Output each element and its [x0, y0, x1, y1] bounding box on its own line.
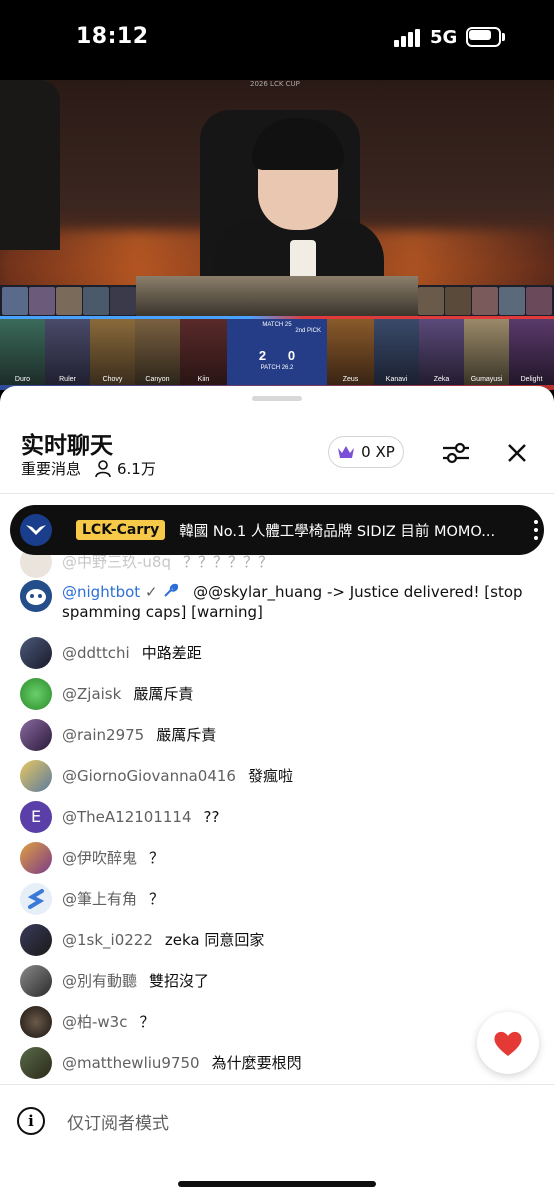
pick-slot: Zeus — [327, 319, 374, 385]
subscribers-only-notice: 仅订阅者模式 — [67, 1114, 169, 1134]
crown-icon — [338, 446, 355, 458]
message-text: ？ — [149, 849, 165, 867]
message-author[interactable]: @中野三玖-u8q — [62, 553, 171, 571]
avatar[interactable] — [20, 580, 52, 612]
avatar[interactable] — [20, 1047, 52, 1079]
pick-slot: Chovy — [90, 319, 135, 385]
heart-reaction-button[interactable] — [477, 1012, 539, 1074]
viewer-count-value: 6.1万 — [117, 460, 156, 478]
message-author[interactable]: @1sk_i0222 — [62, 931, 153, 949]
pinned-text: 韓國 No.1 人體工學椅品牌 SIDIZ 目前 MOMO... — [179, 523, 496, 540]
chat-settings-button[interactable] — [440, 438, 472, 468]
s-logo-icon — [27, 889, 45, 909]
close-chat-button[interactable] — [502, 438, 532, 468]
pick-slot: Delight — [509, 319, 554, 385]
avatar[interactable] — [20, 1006, 52, 1038]
home-indicator[interactable] — [178, 1181, 376, 1187]
viewer-count: 6.1万 — [95, 458, 156, 479]
message-author[interactable]: @matthewliu9750 — [62, 1054, 200, 1072]
xp-value: 0 XP — [361, 443, 395, 461]
message-author[interactable]: @柏-w3c — [62, 1013, 127, 1031]
xp-button[interactable]: 0 XP — [328, 436, 404, 468]
message-author[interactable]: @rain2975 — [62, 726, 144, 744]
message-text: 發瘋啦 — [247, 767, 293, 785]
avatar[interactable] — [20, 678, 52, 710]
pinned-message-banner[interactable]: LCK-Carry 韓國 No.1 人體工學椅品牌 SIDIZ 目前 MOMO.… — [10, 505, 544, 555]
match-scoreboard: MATCH 25 2nd PICK 2 0 PATCH 26.2 — [227, 319, 327, 385]
message-text: 雙招沒了 — [149, 972, 210, 990]
avatar[interactable] — [20, 924, 52, 956]
message-author[interactable]: @nightbot — [62, 583, 140, 601]
status-time: 18:12 — [76, 24, 149, 49]
avatar[interactable] — [20, 965, 52, 997]
message-author[interactable]: @別有動聽 — [62, 972, 137, 990]
sliders-icon — [443, 442, 469, 464]
message-text: 嚴厲斥責 — [156, 726, 217, 744]
message-author[interactable]: @GiornoGiovanna0416 — [62, 767, 236, 785]
pick-slot: Zeka — [419, 319, 464, 385]
avatar[interactable] — [20, 637, 52, 669]
wing-logo-icon — [26, 525, 46, 535]
chat-filter-label[interactable]: 重要消息 — [21, 458, 81, 479]
chat-title: 实时聊天 — [21, 433, 113, 459]
heart-icon — [494, 1031, 522, 1056]
cellular-signal-icon — [394, 29, 420, 47]
drag-handle[interactable] — [252, 396, 302, 401]
pick-slot: Gumayusi — [464, 319, 509, 385]
message-author[interactable]: @ddttchi — [62, 644, 130, 662]
cup-logo: 2026 LCK CUP — [250, 80, 300, 88]
status-bar: 18:12 5G — [0, 0, 554, 80]
wrench-icon — [164, 583, 179, 597]
battery-icon — [466, 27, 506, 47]
close-icon — [508, 444, 526, 462]
message-author[interactable]: @伊吹醉鬼 — [62, 849, 137, 867]
verified-icon: ✓ — [144, 583, 158, 601]
avatar[interactable] — [20, 883, 52, 915]
network-type: 5G — [430, 27, 458, 48]
avatar[interactable] — [20, 719, 52, 751]
message-text: ？ — [149, 890, 165, 908]
pick-slot: Canyon — [135, 319, 180, 385]
draft-picks: Duro Ruler Chovy Canyon Kiin MATCH 25 2n… — [0, 319, 554, 385]
video-player[interactable]: 2026 LCK CUP Duro Ruler Chovy Canyon Kii… — [0, 80, 554, 390]
channel-logo — [20, 514, 52, 546]
message-text: ？？？？？？ — [183, 553, 274, 571]
message-text: 嚴厲斥責 — [133, 685, 194, 703]
avatar[interactable]: E — [20, 801, 52, 833]
message-text: zeka 同意回家 — [164, 931, 265, 949]
message-author[interactable]: @Zjaisk — [62, 685, 121, 703]
pick-slot: Duro — [0, 319, 45, 385]
chat-input-bar: i 仅订阅者模式 — [0, 1084, 554, 1200]
avatar[interactable] — [20, 760, 52, 792]
message-text: ?? — [203, 808, 220, 826]
chat-messages[interactable]: @中野三玖-u8q？？？？？？ @nightbot ✓ @@skylar_hua… — [0, 494, 554, 1084]
message-text: ？ — [139, 1013, 155, 1031]
avatar[interactable] — [20, 842, 52, 874]
message-author[interactable]: @TheA12101114 — [62, 808, 192, 826]
message-author[interactable]: @筆上有角 — [62, 890, 137, 908]
score-left: 2 — [258, 348, 267, 363]
pick-slot: Kiin — [180, 319, 227, 385]
pinned-author: LCK-Carry — [76, 520, 166, 540]
more-options-icon[interactable] — [531, 520, 541, 540]
info-icon[interactable]: i — [17, 1107, 45, 1135]
live-chat-panel: 实时聊天 重要消息 6.1万 0 XP LCK-Carry 韓國 No.1 人體… — [0, 386, 554, 1200]
score-right: 0 — [287, 348, 296, 363]
nightbot-icon — [20, 580, 52, 612]
message-text: 中路差距 — [141, 644, 202, 662]
pick-slot: Kanavi — [374, 319, 419, 385]
message-text: 為什麼要根閃 — [211, 1054, 302, 1072]
person-icon — [95, 459, 111, 477]
pick-slot: Ruler — [45, 319, 90, 385]
